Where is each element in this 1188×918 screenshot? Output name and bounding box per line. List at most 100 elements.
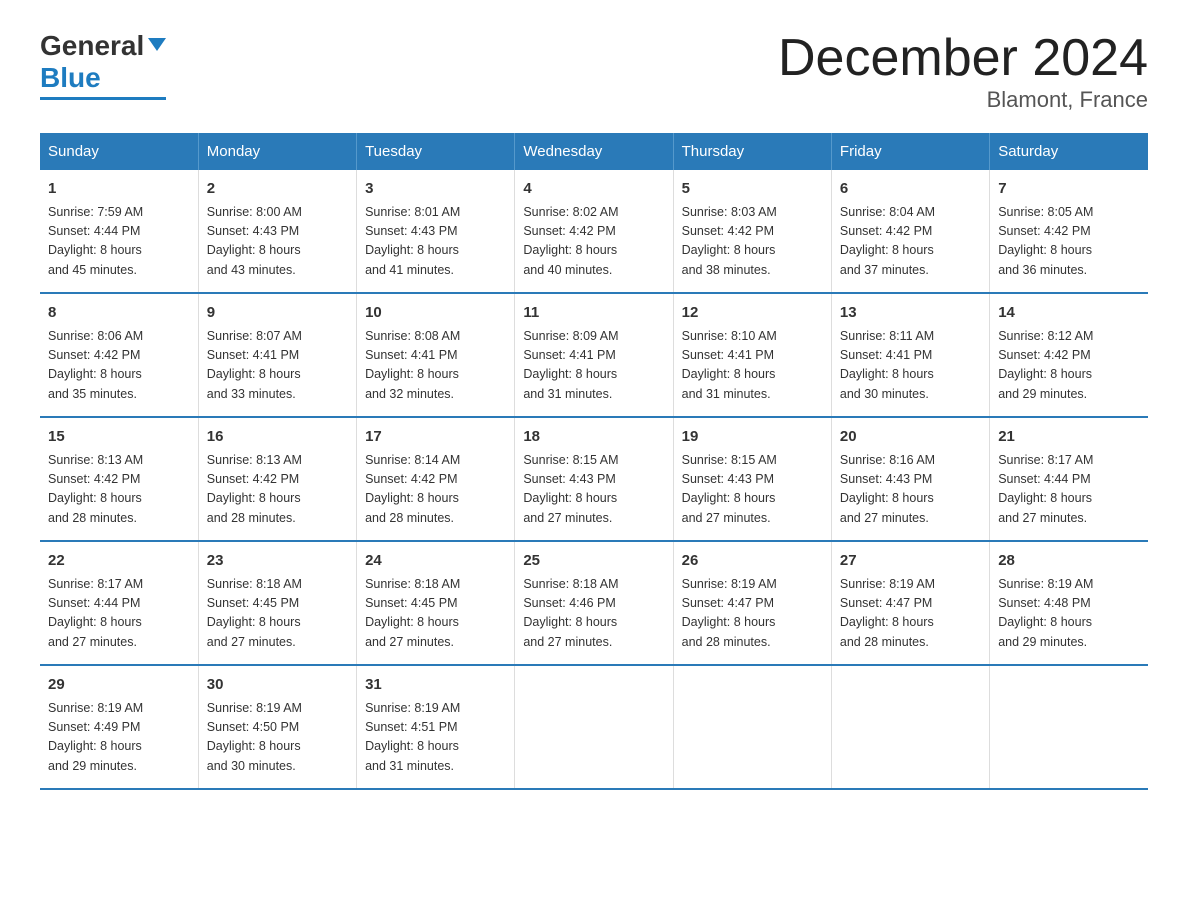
calendar-cell [515,665,673,789]
day-number: 9 [207,302,348,325]
calendar-cell: 9Sunrise: 8:07 AMSunset: 4:41 PMDaylight… [198,293,356,417]
calendar-cell: 7Sunrise: 8:05 AMSunset: 4:42 PMDaylight… [990,170,1148,293]
day-info: Sunrise: 8:12 AMSunset: 4:42 PMDaylight:… [998,327,1140,405]
day-info: Sunrise: 8:19 AMSunset: 4:47 PMDaylight:… [682,575,823,653]
calendar-cell: 25Sunrise: 8:18 AMSunset: 4:46 PMDayligh… [515,541,673,665]
calendar-cell: 11Sunrise: 8:09 AMSunset: 4:41 PMDayligh… [515,293,673,417]
page-subtitle: Blamont, France [778,87,1148,113]
day-number: 10 [365,302,506,325]
day-number: 31 [365,674,506,697]
calendar-cell: 14Sunrise: 8:12 AMSunset: 4:42 PMDayligh… [990,293,1148,417]
day-number: 19 [682,426,823,449]
calendar-table: SundayMondayTuesdayWednesdayThursdayFrid… [40,133,1148,790]
calendar-cell: 24Sunrise: 8:18 AMSunset: 4:45 PMDayligh… [357,541,515,665]
calendar-cell: 12Sunrise: 8:10 AMSunset: 4:41 PMDayligh… [673,293,831,417]
calendar-cell: 26Sunrise: 8:19 AMSunset: 4:47 PMDayligh… [673,541,831,665]
calendar-cell: 18Sunrise: 8:15 AMSunset: 4:43 PMDayligh… [515,417,673,541]
day-number: 23 [207,550,348,573]
calendar-cell: 5Sunrise: 8:03 AMSunset: 4:42 PMDaylight… [673,170,831,293]
calendar-cell: 16Sunrise: 8:13 AMSunset: 4:42 PMDayligh… [198,417,356,541]
page-title: December 2024 [778,30,1148,87]
day-number: 14 [998,302,1140,325]
day-number: 6 [840,178,981,201]
day-info: Sunrise: 8:00 AMSunset: 4:43 PMDaylight:… [207,203,348,281]
day-info: Sunrise: 8:19 AMSunset: 4:49 PMDaylight:… [48,699,190,777]
logo: General Blue [40,30,166,100]
day-info: Sunrise: 8:07 AMSunset: 4:41 PMDaylight:… [207,327,348,405]
calendar-cell: 2Sunrise: 8:00 AMSunset: 4:43 PMDaylight… [198,170,356,293]
day-info: Sunrise: 8:05 AMSunset: 4:42 PMDaylight:… [998,203,1140,281]
calendar-cell: 21Sunrise: 8:17 AMSunset: 4:44 PMDayligh… [990,417,1148,541]
day-info: Sunrise: 8:18 AMSunset: 4:45 PMDaylight:… [207,575,348,653]
calendar-cell: 6Sunrise: 8:04 AMSunset: 4:42 PMDaylight… [831,170,989,293]
day-number: 15 [48,426,190,449]
calendar-cell: 10Sunrise: 8:08 AMSunset: 4:41 PMDayligh… [357,293,515,417]
title-area: December 2024 Blamont, France [778,30,1148,113]
calendar-cell: 31Sunrise: 8:19 AMSunset: 4:51 PMDayligh… [357,665,515,789]
calendar-cell [673,665,831,789]
calendar-cell [990,665,1148,789]
calendar-cell: 29Sunrise: 8:19 AMSunset: 4:49 PMDayligh… [40,665,198,789]
day-info: Sunrise: 8:08 AMSunset: 4:41 PMDaylight:… [365,327,506,405]
day-number: 27 [840,550,981,573]
day-info: Sunrise: 8:19 AMSunset: 4:48 PMDaylight:… [998,575,1140,653]
calendar-cell: 3Sunrise: 8:01 AMSunset: 4:43 PMDaylight… [357,170,515,293]
day-number: 2 [207,178,348,201]
day-number: 26 [682,550,823,573]
day-number: 25 [523,550,664,573]
day-info: Sunrise: 8:16 AMSunset: 4:43 PMDaylight:… [840,451,981,529]
calendar-cell: 4Sunrise: 8:02 AMSunset: 4:42 PMDaylight… [515,170,673,293]
calendar-cell: 20Sunrise: 8:16 AMSunset: 4:43 PMDayligh… [831,417,989,541]
day-number: 4 [523,178,664,201]
day-number: 8 [48,302,190,325]
day-number: 11 [523,302,664,325]
calendar-week-1: 1Sunrise: 7:59 AMSunset: 4:44 PMDaylight… [40,170,1148,293]
day-number: 28 [998,550,1140,573]
day-info: Sunrise: 8:13 AMSunset: 4:42 PMDaylight:… [207,451,348,529]
day-number: 17 [365,426,506,449]
calendar-cell: 27Sunrise: 8:19 AMSunset: 4:47 PMDayligh… [831,541,989,665]
calendar-cell: 23Sunrise: 8:18 AMSunset: 4:45 PMDayligh… [198,541,356,665]
calendar-week-4: 22Sunrise: 8:17 AMSunset: 4:44 PMDayligh… [40,541,1148,665]
day-info: Sunrise: 7:59 AMSunset: 4:44 PMDaylight:… [48,203,190,281]
day-info: Sunrise: 8:19 AMSunset: 4:47 PMDaylight:… [840,575,981,653]
day-info: Sunrise: 8:17 AMSunset: 4:44 PMDaylight:… [998,451,1140,529]
calendar-cell [831,665,989,789]
day-info: Sunrise: 8:19 AMSunset: 4:51 PMDaylight:… [365,699,506,777]
calendar-cell: 30Sunrise: 8:19 AMSunset: 4:50 PMDayligh… [198,665,356,789]
day-info: Sunrise: 8:03 AMSunset: 4:42 PMDaylight:… [682,203,823,281]
day-info: Sunrise: 8:18 AMSunset: 4:46 PMDaylight:… [523,575,664,653]
day-number: 22 [48,550,190,573]
weekday-header-tuesday: Tuesday [357,133,515,170]
weekday-header-wednesday: Wednesday [515,133,673,170]
calendar-cell: 19Sunrise: 8:15 AMSunset: 4:43 PMDayligh… [673,417,831,541]
calendar-week-2: 8Sunrise: 8:06 AMSunset: 4:42 PMDaylight… [40,293,1148,417]
day-number: 12 [682,302,823,325]
calendar-week-3: 15Sunrise: 8:13 AMSunset: 4:42 PMDayligh… [40,417,1148,541]
day-info: Sunrise: 8:13 AMSunset: 4:42 PMDaylight:… [48,451,190,529]
logo-general: General [40,30,166,62]
weekday-header-sunday: Sunday [40,133,198,170]
weekday-header-row: SundayMondayTuesdayWednesdayThursdayFrid… [40,133,1148,170]
day-number: 16 [207,426,348,449]
calendar-cell: 28Sunrise: 8:19 AMSunset: 4:48 PMDayligh… [990,541,1148,665]
calendar-cell: 8Sunrise: 8:06 AMSunset: 4:42 PMDaylight… [40,293,198,417]
day-number: 29 [48,674,190,697]
day-number: 20 [840,426,981,449]
day-number: 24 [365,550,506,573]
calendar-cell: 22Sunrise: 8:17 AMSunset: 4:44 PMDayligh… [40,541,198,665]
day-info: Sunrise: 8:15 AMSunset: 4:43 PMDaylight:… [523,451,664,529]
weekday-header-saturday: Saturday [990,133,1148,170]
day-info: Sunrise: 8:17 AMSunset: 4:44 PMDaylight:… [48,575,190,653]
page-header: General Blue December 2024 Blamont, Fran… [40,30,1148,113]
day-number: 30 [207,674,348,697]
weekday-header-thursday: Thursday [673,133,831,170]
calendar-cell: 1Sunrise: 7:59 AMSunset: 4:44 PMDaylight… [40,170,198,293]
day-info: Sunrise: 8:04 AMSunset: 4:42 PMDaylight:… [840,203,981,281]
logo-underline [40,97,166,100]
day-number: 18 [523,426,664,449]
calendar-week-5: 29Sunrise: 8:19 AMSunset: 4:49 PMDayligh… [40,665,1148,789]
day-info: Sunrise: 8:01 AMSunset: 4:43 PMDaylight:… [365,203,506,281]
day-info: Sunrise: 8:15 AMSunset: 4:43 PMDaylight:… [682,451,823,529]
calendar-cell: 13Sunrise: 8:11 AMSunset: 4:41 PMDayligh… [831,293,989,417]
